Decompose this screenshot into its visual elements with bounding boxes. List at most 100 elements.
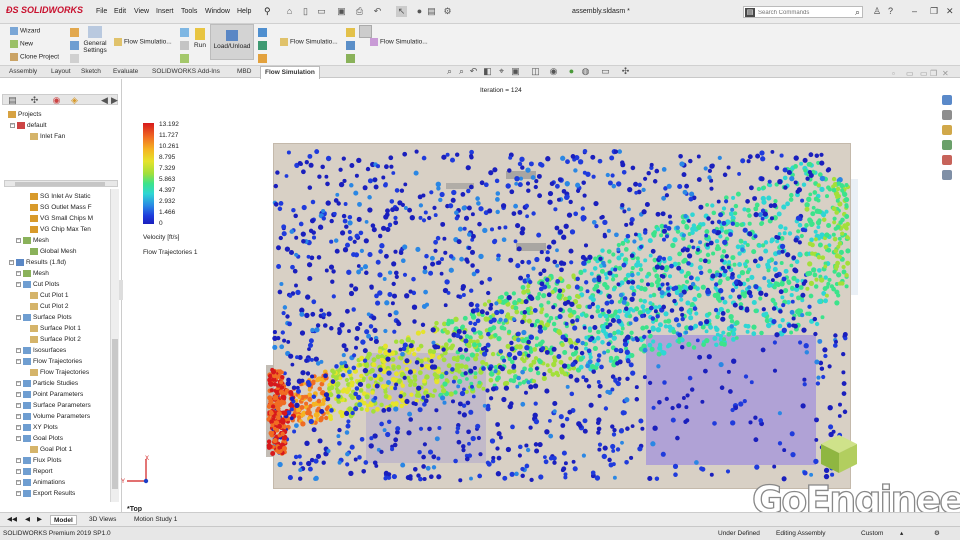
- search-scope-icon[interactable]: ▤: [745, 8, 755, 17]
- tree-node[interactable]: − Cut Plots: [16, 280, 59, 289]
- flow-simulation-dropdown-2[interactable]: Flow Simulatio...: [280, 38, 338, 46]
- surface-plot-icon[interactable]: [258, 41, 267, 50]
- tree-node[interactable]: − Mesh: [16, 236, 49, 245]
- batch-run-icon[interactable]: [180, 41, 189, 50]
- tree-default-config[interactable]: − default: [10, 121, 47, 130]
- viewport-restore-icon[interactable]: ▭: [906, 69, 914, 78]
- horizontal-scrollbar[interactable]: [4, 180, 118, 187]
- tree-node[interactable]: − Flow Trajectories: [16, 357, 82, 366]
- tab-mbd[interactable]: MBD: [237, 68, 251, 75]
- flow-trajectory-icon[interactable]: [258, 54, 267, 63]
- user-icon[interactable]: ♙: [873, 6, 881, 17]
- tree-node[interactable]: VG Small Chips M: [30, 214, 93, 223]
- tree-node[interactable]: − Particle Studies: [16, 379, 78, 388]
- tab-sketch[interactable]: Sketch: [81, 68, 101, 75]
- section-view-icon[interactable]: ◧: [482, 66, 493, 77]
- help-icon[interactable]: ?: [888, 6, 893, 16]
- home-icon[interactable]: ⌂: [284, 6, 295, 17]
- collapse-toggle-icon[interactable]: −: [16, 391, 21, 397]
- display-manager-icon[interactable]: ◉: [51, 95, 62, 106]
- cut-plot-icon[interactable]: [258, 28, 267, 37]
- heads-up-view-toolbar[interactable]: ⌕ ⌕ ↶ ◧ ⌖ ▣ ◫ ◉ ● ◍ ▭ ✣: [440, 66, 640, 78]
- viewport-tile-icon[interactable]: ▭: [920, 69, 928, 78]
- menu-insert[interactable]: Insert: [156, 8, 174, 15]
- view-settings-icon[interactable]: ▭: [600, 66, 611, 77]
- zoom-to-fit-icon[interactable]: ⌕: [444, 66, 455, 77]
- collapse-toggle-icon[interactable]: −: [16, 479, 21, 485]
- tree-node[interactable]: − Volume Parameters: [16, 412, 90, 421]
- feature-manager-icon[interactable]: ▤: [7, 95, 18, 106]
- new-project-button[interactable]: New: [10, 40, 33, 48]
- search-commands[interactable]: ▤ ⌕: [743, 6, 863, 18]
- options-icon[interactable]: ⚙: [442, 6, 453, 17]
- tree-projects[interactable]: Projects: [8, 110, 41, 119]
- tree-node[interactable]: − Report: [16, 467, 53, 476]
- flow-simulation-dropdown-3[interactable]: Flow Simulatio...: [370, 38, 428, 46]
- menu-window[interactable]: Window: [205, 8, 230, 15]
- viewport-close-icon[interactable]: ✕: [942, 69, 949, 78]
- boundary-condition-icon[interactable]: [70, 41, 79, 50]
- flow-analysis-tree-icon[interactable]: ◈: [69, 95, 80, 106]
- menu-view[interactable]: View: [134, 8, 149, 15]
- vertical-scrollbar[interactable]: [110, 189, 119, 502]
- tab-model[interactable]: Model: [50, 515, 77, 525]
- appearances-icon[interactable]: [942, 155, 952, 165]
- collapse-toggle-icon[interactable]: −: [16, 358, 21, 364]
- tab-layout[interactable]: Layout: [51, 68, 71, 75]
- display-style-icon[interactable]: ◫: [530, 66, 541, 77]
- collapse-toggle-icon[interactable]: −: [16, 237, 21, 243]
- apply-scene-icon[interactable]: ◍: [580, 66, 591, 77]
- scroll-thumb[interactable]: [15, 182, 105, 186]
- edit-appearance-icon[interactable]: ●: [566, 66, 577, 77]
- run-button[interactable]: Run: [192, 28, 208, 49]
- search-input[interactable]: [758, 8, 850, 17]
- units-dropdown-icon[interactable]: ▴: [900, 529, 903, 539]
- computational-domain-icon[interactable]: [70, 54, 79, 63]
- collapse-toggle-icon[interactable]: −: [16, 281, 21, 287]
- collapse-toggle-icon[interactable]: −: [16, 435, 21, 441]
- viewport-minimize-icon[interactable]: ▫: [892, 69, 895, 78]
- open-icon[interactable]: ▭: [316, 6, 327, 17]
- undo-icon[interactable]: ↶: [372, 6, 383, 17]
- velocity-legend[interactable]: 13.192 11.727 10.261 8.795 7.329 5.863 4…: [143, 121, 223, 261]
- tree-node[interactable]: − Flux Plots: [16, 456, 62, 465]
- tree-node[interactable]: − Point Parameters: [16, 390, 83, 399]
- collapse-toggle-icon[interactable]: −: [16, 347, 21, 353]
- menu-help[interactable]: Help: [237, 8, 251, 15]
- tab-3d-views[interactable]: 3D Views: [86, 515, 119, 525]
- scroll-thumb[interactable]: [112, 339, 118, 489]
- tree-node[interactable]: − Goal Plots: [16, 434, 63, 443]
- viewport-maximize-icon[interactable]: ❐: [930, 69, 937, 78]
- tree-node[interactable]: − Surface Parameters: [16, 401, 91, 410]
- tree-node[interactable]: − Animations: [16, 478, 65, 487]
- flow-trajectories-plot[interactable]: [266, 143, 858, 489]
- custom-properties-icon[interactable]: [942, 170, 952, 180]
- customize-status-bar-icon[interactable]: ⚙: [934, 529, 940, 539]
- collapse-toggle-icon[interactable]: −: [16, 490, 21, 496]
- collapse-toggle-icon[interactable]: −: [16, 270, 21, 276]
- tree-node[interactable]: − Surface Plots: [16, 313, 72, 322]
- pin-icon[interactable]: ⚲: [264, 6, 271, 17]
- tab-evaluate[interactable]: Evaluate: [113, 68, 138, 75]
- tree-node[interactable]: − Results (1.fld): [9, 258, 66, 267]
- select-icon[interactable]: ↖: [396, 6, 407, 17]
- mesh-icon[interactable]: [180, 54, 189, 63]
- collapse-toggle-icon[interactable]: −: [16, 314, 21, 320]
- tab-scroll-right-icon[interactable]: ▶: [109, 95, 120, 106]
- tree-node[interactable]: Flow Trajectories: [30, 368, 89, 377]
- solidworks-logo[interactable]: ƉS SOLIDWORKS: [6, 5, 83, 15]
- dynamic-annotation-icon[interactable]: ⌖: [496, 66, 507, 77]
- unit-system[interactable]: Custom: [861, 529, 883, 539]
- clone-project-button[interactable]: Clone Project: [10, 53, 59, 61]
- close-icon[interactable]: ✕: [946, 6, 954, 17]
- solver-monitor-icon[interactable]: [180, 28, 189, 37]
- tree-node[interactable]: Global Mesh: [30, 247, 77, 256]
- goal-plot-icon[interactable]: [346, 28, 355, 37]
- xy-plot-icon[interactable]: [346, 41, 355, 50]
- tree-node[interactable]: − Mesh: [16, 269, 49, 278]
- print-icon[interactable]: ⎙: [354, 6, 365, 17]
- collapse-toggle-icon[interactable]: −: [9, 259, 14, 265]
- tree-node[interactable]: Surface Plot 2: [30, 335, 81, 344]
- collapse-toggle-icon[interactable]: −: [16, 457, 21, 463]
- tree-node[interactable]: Goal Plot 1: [30, 445, 72, 454]
